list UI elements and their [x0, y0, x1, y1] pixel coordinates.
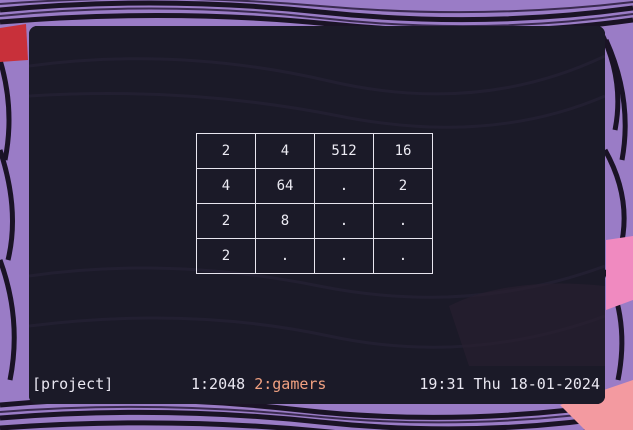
board-cell: 8: [255, 203, 315, 239]
session-name: [project]: [32, 375, 114, 393]
board-cell: 4: [255, 133, 315, 169]
board-cell: 2: [373, 168, 433, 204]
window-1[interactable]: 1:2048: [191, 375, 245, 393]
board-cell: .: [255, 238, 315, 274]
board-row: 2 8 . .: [196, 203, 433, 239]
board-cell: 2: [196, 203, 256, 239]
board-cell: 2: [196, 238, 256, 274]
board-cell: .: [314, 168, 374, 204]
board-cell: .: [373, 203, 433, 239]
terminal-window[interactable]: 2 4 512 16 4 64 . 2 2 8 . . 2 . . . [pro…: [29, 26, 605, 404]
board-cell: .: [314, 203, 374, 239]
window-2-active[interactable]: 2:gamers: [254, 375, 326, 393]
status-clock: 19:31 Thu 18-01-2024: [419, 375, 600, 393]
board-cell: 4: [196, 168, 256, 204]
board-cell: 16: [373, 133, 433, 169]
tmux-status-bar: [project] 1:2048 2:gamers 19:31 Thu 18-0…: [29, 371, 605, 397]
board-cell: .: [314, 238, 374, 274]
board-cell: 512: [314, 133, 374, 169]
window-list: 1:2048 2:gamers: [191, 371, 326, 397]
board-row: 2 . . .: [196, 238, 433, 274]
board-row: 4 64 . 2: [196, 168, 433, 204]
board-row: 2 4 512 16: [196, 133, 433, 169]
board-cell: 2: [196, 133, 256, 169]
game-board: 2 4 512 16 4 64 . 2 2 8 . . 2 . . .: [196, 133, 433, 274]
board-cell: .: [373, 238, 433, 274]
board-cell: 64: [255, 168, 315, 204]
